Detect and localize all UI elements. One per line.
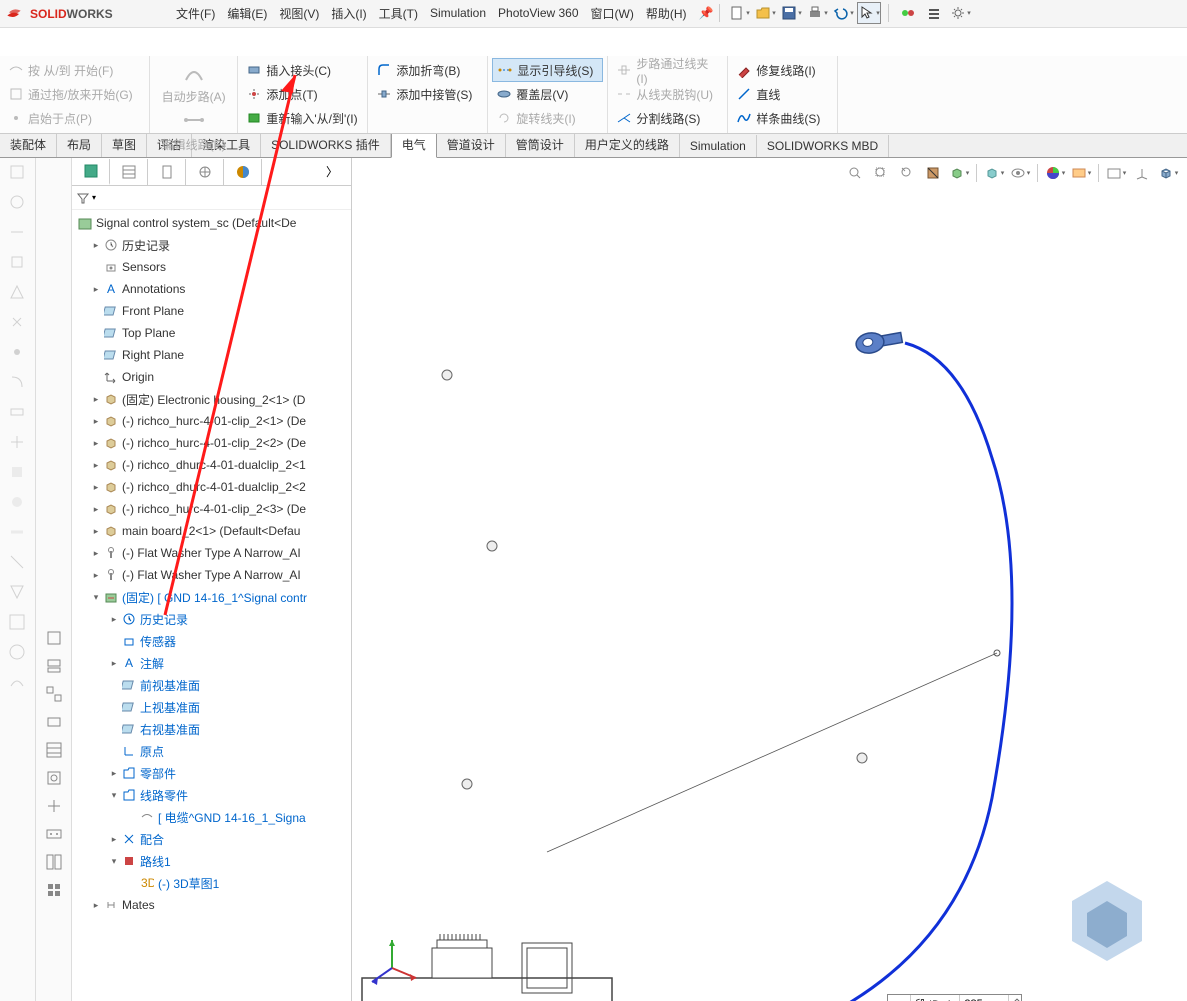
rail-icon-5[interactable] xyxy=(7,282,29,304)
repair-route-button[interactable]: 修复线路(I) xyxy=(732,58,833,82)
menu-tools[interactable]: 工具(T) xyxy=(373,1,424,26)
left-rail xyxy=(0,158,36,1001)
spline-button[interactable]: 样条曲线(S) xyxy=(732,106,833,130)
menu-insert[interactable]: 插入(I) xyxy=(325,1,372,26)
menu-window[interactable]: 窗口(W) xyxy=(585,1,640,26)
from-to-start-button[interactable]: 按 从/到 开始(F) xyxy=(4,58,145,82)
rail-icon-6[interactable] xyxy=(7,312,29,334)
tab-userroute[interactable]: 用户定义的线路 xyxy=(575,132,680,157)
svg-text:A: A xyxy=(107,282,115,296)
tree-sketch3d[interactable]: 3D(-) 3D草图1 xyxy=(72,872,351,894)
rail-icon-13[interactable] xyxy=(7,522,29,544)
rail2-icon-3[interactable] xyxy=(44,684,64,704)
rebuild-button[interactable] xyxy=(896,2,920,24)
rail-icon-9[interactable] xyxy=(7,402,29,424)
rail-icon-4[interactable] xyxy=(7,252,29,274)
rail-icon-10[interactable] xyxy=(7,432,29,454)
rail-icon-16[interactable] xyxy=(7,612,29,634)
annotation-arrow xyxy=(155,55,335,625)
rail-icon-15[interactable] xyxy=(7,582,29,604)
rail-icon-1[interactable] xyxy=(7,162,29,184)
tab-simulation[interactable]: Simulation xyxy=(680,135,757,157)
route-through-clip-button[interactable]: 步路通过线夹(I) xyxy=(612,58,723,82)
pin-icon[interactable]: 📌 xyxy=(699,6,714,20)
rail2-icon-7[interactable] xyxy=(44,796,64,816)
rail2-icon-8[interactable] xyxy=(44,824,64,844)
rail-icon-3[interactable] xyxy=(7,222,29,244)
save-button[interactable]: ▾ xyxy=(779,2,803,24)
rail2-icon-5[interactable] xyxy=(44,740,64,760)
rail2-icon-1[interactable] xyxy=(44,628,64,648)
menu-bar: 文件(F) 编辑(E) 视图(V) 插入(I) 工具(T) Simulation… xyxy=(0,0,973,26)
rail-icon-8[interactable] xyxy=(7,372,29,394)
tree-sub-front[interactable]: 前视基准面 xyxy=(72,674,351,696)
tree-mates[interactable]: ▸Mates xyxy=(72,894,351,916)
watermark-logo xyxy=(1057,871,1157,971)
menu-view[interactable]: 视图(V) xyxy=(273,1,325,26)
tab-mbd[interactable]: SOLIDWORKS MBD xyxy=(757,135,889,157)
svg-text:3D: 3D xyxy=(141,876,154,890)
svg-text:A: A xyxy=(125,656,133,670)
tree-sub-top[interactable]: 上视基准面 xyxy=(72,696,351,718)
split-route-button[interactable]: 分割线路(S) xyxy=(612,106,723,130)
add-midconnector-button[interactable]: 添加中接管(S) xyxy=(372,82,483,106)
tab-assembly[interactable]: 装配体 xyxy=(0,132,57,157)
rail2-icon-2[interactable] xyxy=(44,656,64,676)
open-button[interactable]: ▾ xyxy=(753,2,777,24)
select-button[interactable]: ▾ xyxy=(857,2,881,24)
rail-icon-11[interactable] xyxy=(7,462,29,484)
options-button[interactable]: ▾ xyxy=(948,2,972,24)
rail-icon-17[interactable] xyxy=(7,642,29,664)
cover-layer-button[interactable]: 覆盖层(V) xyxy=(492,82,603,106)
tree-sub-parts[interactable]: ▸零部件 xyxy=(72,762,351,784)
dimension-input-box[interactable]: 段 ID: 1: xyxy=(887,994,1022,1001)
tree-sub-routeparts[interactable]: ▾线路零件 xyxy=(72,784,351,806)
print-button[interactable]: ▾ xyxy=(805,2,829,24)
tree-route1[interactable]: ▾路线1 xyxy=(72,850,351,872)
start-at-point-button[interactable]: 启始于点(P) xyxy=(4,106,145,130)
menu-file[interactable]: 文件(F) xyxy=(170,1,221,26)
show-guides-button[interactable]: 显示引导线(S) xyxy=(492,58,603,82)
tree-sub-annotations[interactable]: ▸A注解 xyxy=(72,652,351,674)
tab-electrical[interactable]: 电气 xyxy=(391,131,437,158)
dimension-icon xyxy=(892,997,906,1001)
rail2-icon-10[interactable] xyxy=(44,880,64,900)
rail-icon-7[interactable] xyxy=(7,342,29,364)
line-button[interactable]: 直线 xyxy=(732,82,833,106)
tree-sub-sensors[interactable]: 传感器 xyxy=(72,630,351,652)
options-list-button[interactable] xyxy=(922,2,946,24)
tree-sub-origin[interactable]: 原点 xyxy=(72,740,351,762)
rail2-icon-6[interactable] xyxy=(44,768,64,788)
rail-icon-2[interactable] xyxy=(7,192,29,214)
dimension-label: 段 ID: 1: xyxy=(911,995,960,1001)
tab-sketch[interactable]: 草图 xyxy=(102,132,147,157)
filter-icon xyxy=(76,191,90,205)
menu-edit[interactable]: 编辑(E) xyxy=(221,1,273,26)
new-button[interactable]: ▾ xyxy=(727,2,751,24)
rail-icon-12[interactable] xyxy=(7,492,29,514)
rotate-clip-button[interactable]: 旋转线夹(I) xyxy=(492,106,603,130)
tree-cable[interactable]: [ 电缆^GND 14-16_1_Signa xyxy=(72,806,351,828)
release-from-clip-button[interactable]: 从线夹脱钩(U) xyxy=(612,82,723,106)
drag-start-button[interactable]: 通过拖/放来开始(G) xyxy=(4,82,145,106)
undo-button[interactable]: ▾ xyxy=(831,2,855,24)
rail-icon-18[interactable] xyxy=(7,672,29,694)
rail-icon-14[interactable] xyxy=(7,552,29,574)
left-rail-2 xyxy=(36,158,72,1001)
rail2-icon-9[interactable] xyxy=(44,852,64,872)
graphics-viewport[interactable]: ▾ ▾ ▾ ▾ ▾ ▾ ▾ xyxy=(352,158,1187,1001)
tab-layout[interactable]: 布局 xyxy=(57,132,102,157)
tab-tube[interactable]: 管筒设计 xyxy=(506,132,575,157)
menu-photoview[interactable]: PhotoView 360 xyxy=(492,2,585,24)
tree-sub-mates[interactable]: ▸配合 xyxy=(72,828,351,850)
tree-sub-right[interactable]: 右视基准面 xyxy=(72,718,351,740)
tab-pipe[interactable]: 管道设计 xyxy=(437,132,506,157)
tree-tab-property[interactable] xyxy=(110,159,148,185)
menu-simulation[interactable]: Simulation xyxy=(424,2,492,24)
add-bend-button[interactable]: 添加折弯(B) xyxy=(372,58,483,82)
rail2-icon-4[interactable] xyxy=(44,712,64,732)
menu-help[interactable]: 帮助(H) xyxy=(640,1,693,26)
tree-tab-feature[interactable] xyxy=(72,159,110,185)
